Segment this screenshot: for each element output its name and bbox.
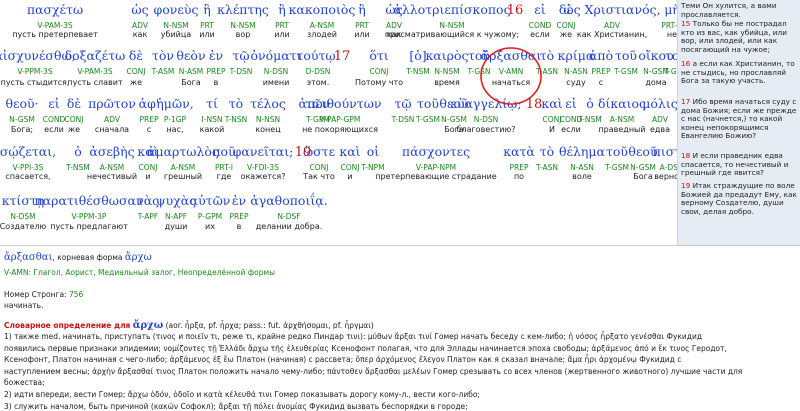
greek-word[interactable]: τοῦ (616, 49, 677, 63)
definition-line: Ксенофонт, Платон начиная с чего-либо; ἀ… (4, 355, 682, 365)
greek-word[interactable]: ἀγαθοποιΐᾳ. (229, 194, 349, 208)
sidebar-verse-text: Итак страждущие по воле Божией да предад… (681, 181, 797, 216)
sidebar-verse: 16 а если как Христианин, то не стыдись,… (678, 59, 800, 86)
sidebar-verse: 15 Только бы не пострадал кто из вас, ка… (678, 19, 800, 54)
definition-line: появились первые признаки эпидемии; νομί… (4, 343, 727, 353)
root-label: , корневая форма (52, 253, 123, 262)
word-translation: не (666, 30, 677, 39)
word-translation: дома (645, 78, 667, 87)
verse-number[interactable]: 16 (500, 4, 530, 17)
sidebar-verse-text: а если как Христианин, то не стыдись, но… (681, 59, 795, 86)
greek-word[interactable]: πιστῷ (612, 145, 677, 159)
interlinear-panel: πασχέτω V-PAM-3S пусть претерпевает ὡς ADV ка… (0, 0, 677, 245)
strong-meaning: начинать. (4, 301, 44, 310)
dictionary-panel: ἄρξασθαι, корневая форма ἄρχω V-AMN: Гла… (0, 246, 800, 411)
greek-word[interactable]: μὴ (612, 3, 677, 17)
morph-code[interactable]: V-PAM-3S (15, 22, 95, 30)
word-translation: едва (649, 125, 671, 134)
definition-headword: ἄρχω (132, 320, 164, 331)
sidebar-verse: 19 Итак страждущие по воле Божией да пре… (678, 181, 800, 216)
greek-word[interactable]: μόλις (600, 97, 677, 111)
morph-code[interactable]: T-GSM (636, 68, 677, 76)
strong-line: Номер Стронга: 756 (4, 290, 83, 299)
verse-number[interactable]: 18 (519, 98, 549, 111)
morph-code[interactable]: N-DSF (249, 213, 329, 221)
morph-code[interactable]: A-DSM (632, 164, 677, 172)
definition-heading: Словарное определение для (4, 321, 131, 330)
sidebar-verse: Теми Он хулится, а вами прославляется. (678, 1, 800, 19)
root-form[interactable]: ἄρχω (125, 252, 152, 263)
definition-line: 3) служить началом, быть причиной (κακῶν… (4, 401, 468, 411)
morph-code[interactable]: ADV (620, 116, 677, 124)
sidebar-verse: 17 Ибо время начаться суду с дома Божия;… (678, 97, 800, 141)
definition-forms: (aor. ἦρξα, pf. ἦρχα; pass.: fut. ἀρχθήσ… (165, 321, 374, 330)
morph-code: V-AMN: (4, 268, 31, 277)
definition-line: 1) также med. начинать, приступать (τινο… (4, 332, 703, 341)
sidebar-verse-text: Теми Он хулится, а вами прославляется. (681, 1, 777, 19)
morph-code[interactable]: PRT-N (632, 22, 677, 30)
strong-label: Номер Стронга: (4, 290, 67, 299)
strong-number[interactable]: 756 (69, 290, 83, 299)
lemma-form[interactable]: ἄρξασθαι (4, 252, 52, 263)
morph-line: V-AMN: Глагол, Аорист, Медиальный залог,… (4, 268, 275, 277)
morph-code[interactable]: N-NSM (412, 22, 492, 30)
definition-line: 2) идти впереди, вести Гомер; ἄρχω ὁδόν,… (4, 390, 480, 399)
morph-code[interactable]: V-PAP-NPM (396, 164, 476, 172)
sidebar-verse: 18 И если праведник едва спасается, то н… (678, 151, 800, 178)
sidebar-verse-text: И если праведник едва спасается, то нече… (681, 151, 789, 178)
definition-heading-line: Словарное определение для ἄρχω (aor. ἦρξ… (4, 320, 374, 331)
word-translation: делании добра. (255, 222, 323, 231)
sidebar-verse-text: Только бы не пострадал кто из вас, как у… (681, 19, 787, 54)
word-translation: верному (654, 172, 677, 181)
verse-number[interactable]: 19 (288, 146, 318, 159)
translation-sidebar: Теми Он хулится, а вами прославляется. 15… (677, 0, 800, 245)
verse-number[interactable]: 17 (327, 50, 357, 63)
lemma-line: ἄρξασθαι, корневая форма ἄρχω (4, 252, 152, 263)
definition-line: божества; (4, 378, 45, 388)
sidebar-verse-text: Ибо время начаться суду с дома Божия; ес… (681, 97, 797, 141)
definition-line: наступлением весны; ἀρχὴν ἄρξασθαί τινος… (4, 366, 743, 376)
morph-description: Глагол, Аорист, Медиальный залог, Неопре… (33, 268, 276, 277)
